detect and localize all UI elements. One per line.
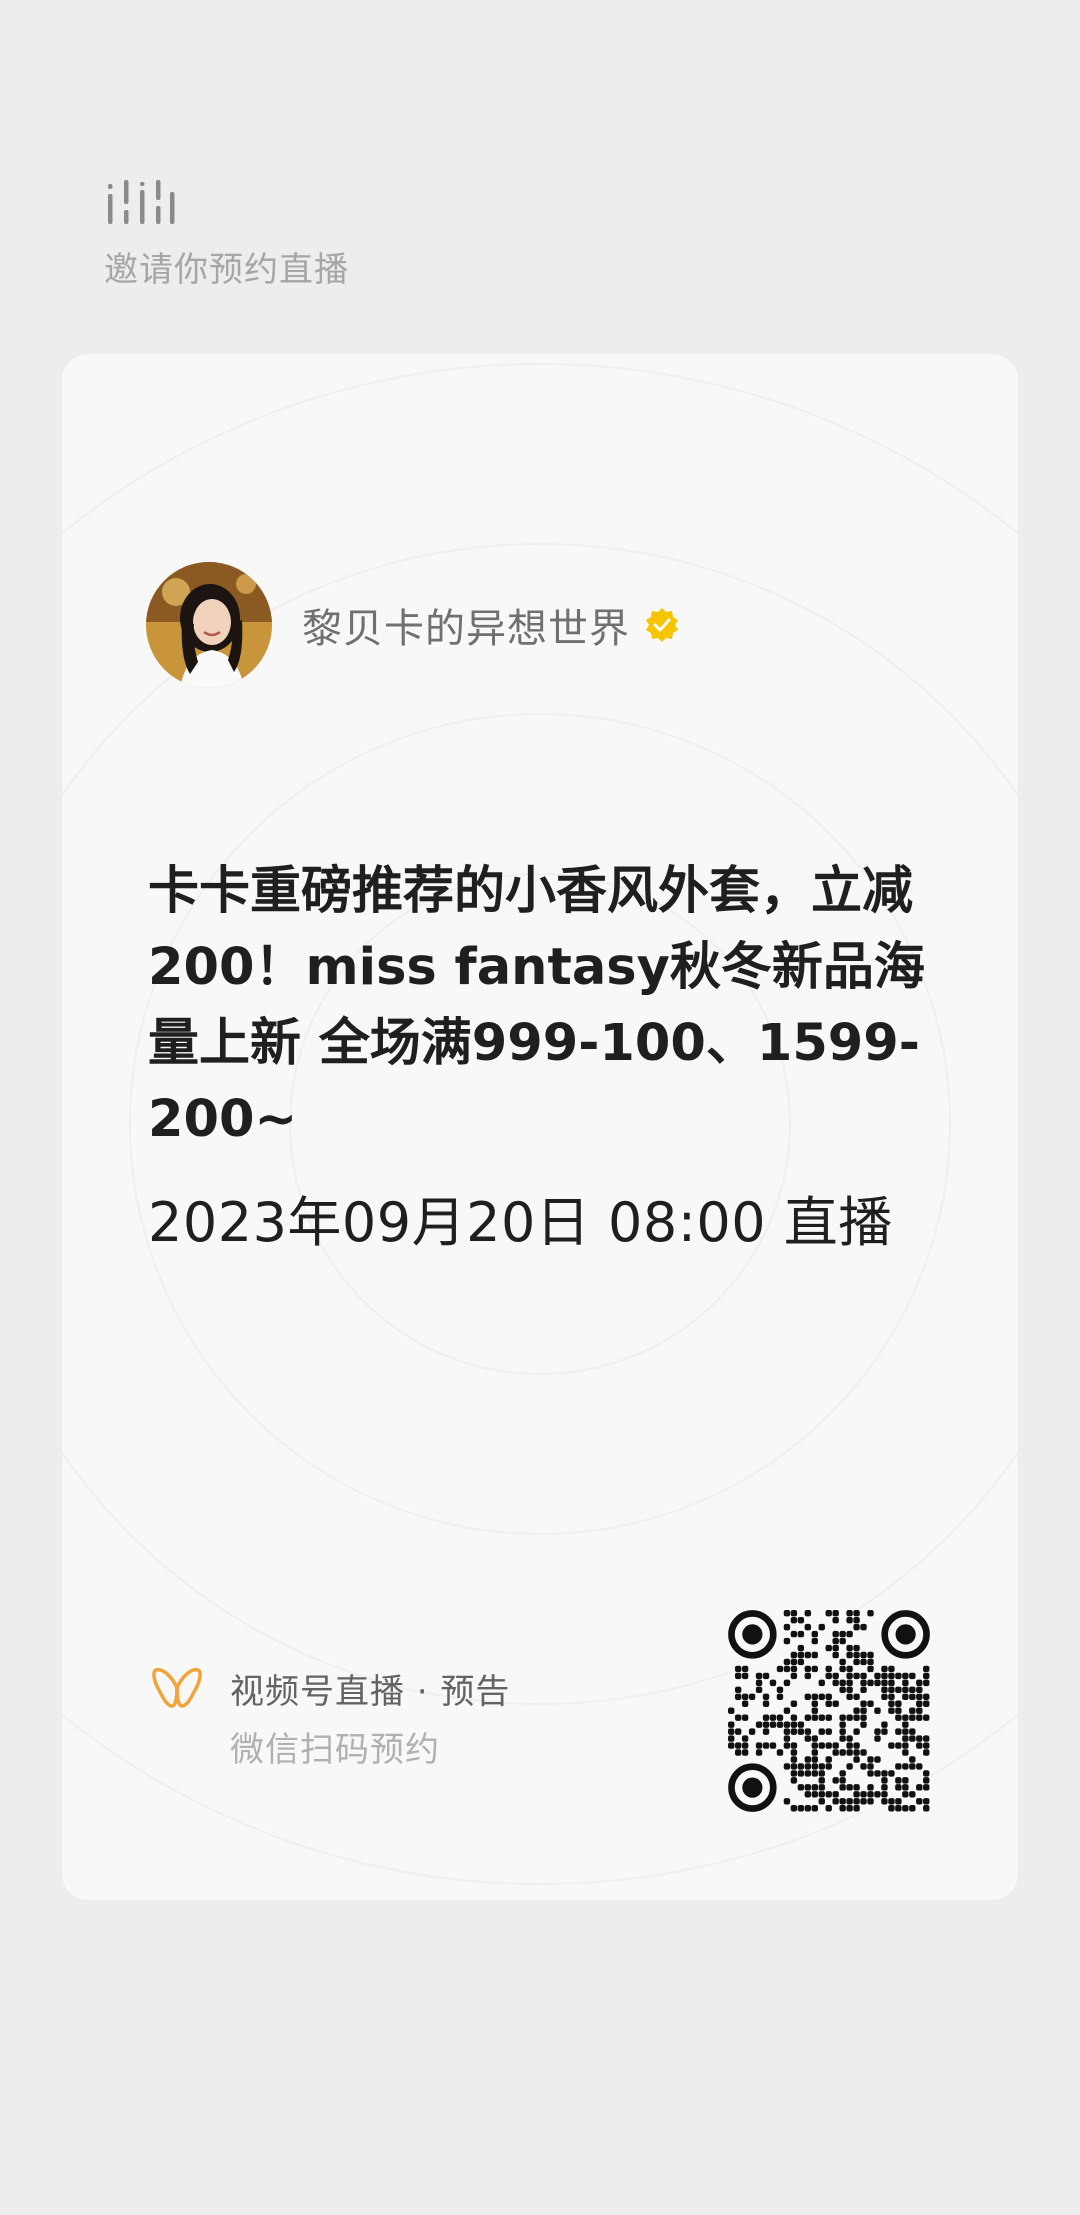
host-row[interactable]: 黎贝卡的异想世界 <box>146 562 680 688</box>
wechat-channels-live-logo-icon <box>108 180 175 224</box>
host-avatar[interactable] <box>146 562 272 688</box>
footer-subtitle: 微信扫码预约 <box>230 1730 440 1770</box>
qr-code-icon[interactable] <box>728 1610 930 1812</box>
live-preview-card: 黎贝卡的异想世界 卡卡重磅推荐的小香风外套，立减200！miss fantasy… <box>62 354 1018 1900</box>
wechat-channels-butterfly-icon <box>152 1667 202 1708</box>
invite-subtitle: 邀请你预约直播 <box>104 250 349 290</box>
footer-title: 视频号直播 · 预告 <box>230 1672 511 1712</box>
host-name[interactable]: 黎贝卡的异想世界 <box>302 596 630 654</box>
live-title: 卡卡重磅推荐的小香风外套，立减200！miss fantasy秋冬新品海量上新 … <box>148 862 925 1149</box>
verified-badge-icon <box>646 608 678 642</box>
live-time: 2023年09月20日 08:00 直播 <box>148 1191 893 1254</box>
